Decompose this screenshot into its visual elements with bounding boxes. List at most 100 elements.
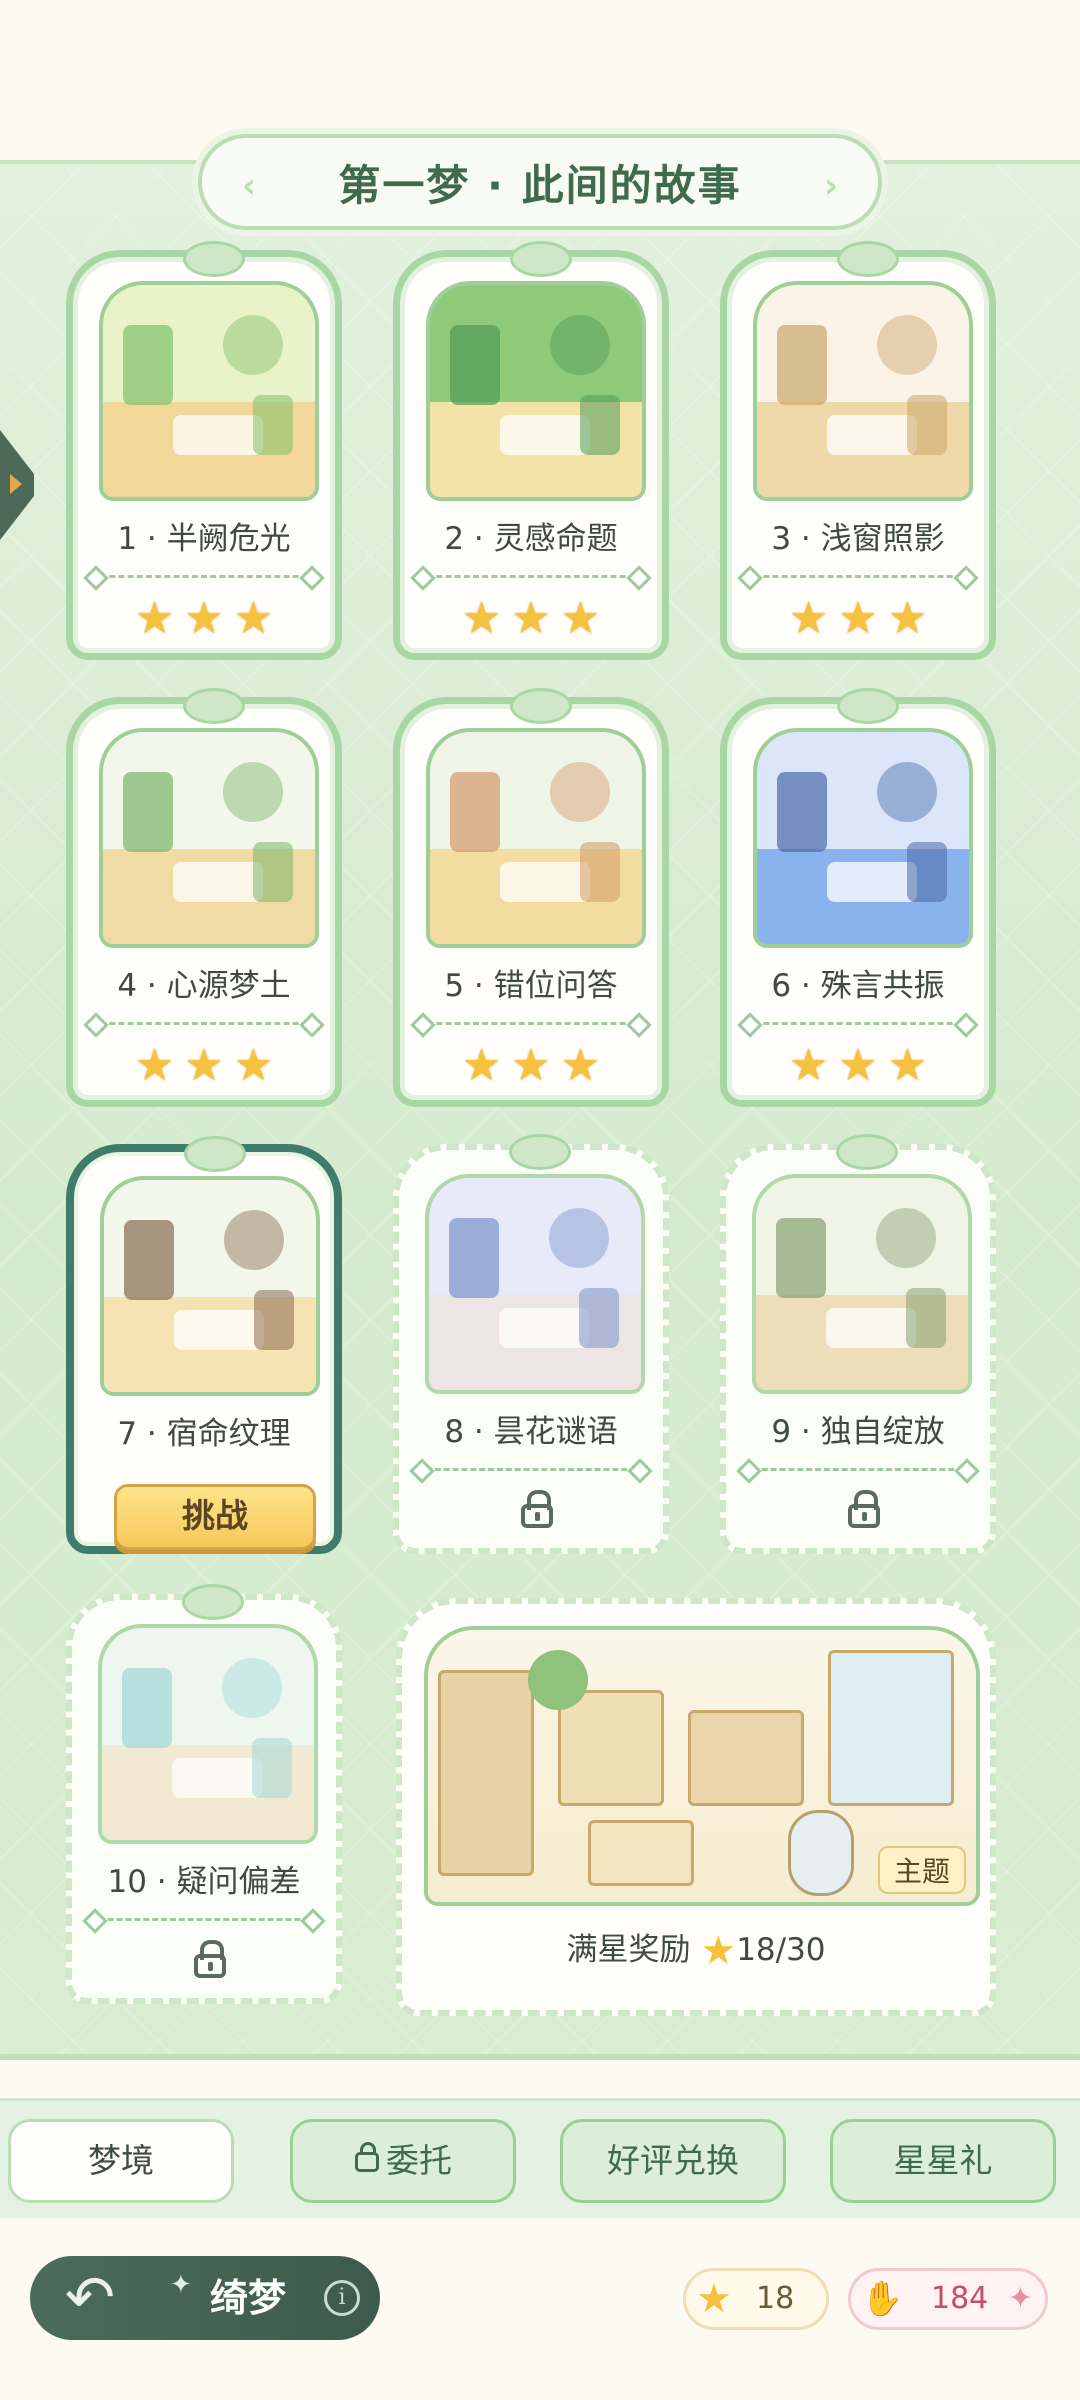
star-icon: ★ (184, 1040, 224, 1091)
lock-icon (354, 2142, 380, 2174)
star-icon: ★ (233, 593, 274, 644)
lock-icon (192, 1940, 228, 1978)
star-icon: ★ (560, 593, 601, 644)
divider (744, 1468, 972, 1471)
level-preview-image (753, 281, 973, 501)
reward-progress: 18/30 (736, 1932, 826, 1968)
level-preview-image (100, 1176, 320, 1396)
level-preview-image (99, 281, 319, 501)
full-star-reward[interactable]: 满星奖励 ★18/30 (402, 1924, 990, 1974)
level-name: 4 · 心源梦土 (117, 968, 291, 1004)
info-icon[interactable]: i (324, 2280, 360, 2316)
card-knot-ornament (837, 241, 899, 277)
tab-commission[interactable]: 委托 (290, 2119, 516, 2203)
level-name: 1 · 半阙危光 (117, 521, 291, 557)
card-knot-ornament (183, 688, 245, 724)
star-icon: ★ (788, 593, 829, 644)
level-card[interactable]: 5 · 错位问答 ★ ★ ★ (393, 688, 669, 1107)
star-icon: ★ (788, 1040, 829, 1091)
thumbs-up-icon: ✋ (861, 2279, 904, 2319)
chevron-right-icon: › (823, 166, 838, 206)
divider (90, 1918, 318, 1921)
level-card[interactable]: 4 · 心源梦土 ★ ★ ★ (66, 688, 342, 1107)
card-knot-ornament (184, 1136, 246, 1172)
divider (91, 575, 317, 578)
divider (418, 1022, 644, 1025)
level-card[interactable]: 2 · 灵感命题 ★ ★ ★ (393, 241, 669, 660)
tab-label: 星星礼 (893, 2141, 993, 2180)
star-icon: ★ (233, 1040, 274, 1091)
star-icon: ★ (887, 593, 928, 644)
level-card[interactable]: 8 · 昙花谜语 (393, 1134, 669, 1554)
level-name: 3 · 浅窗照影 (771, 521, 945, 557)
level-name: 2 · 灵感命题 (444, 521, 618, 557)
star-icon: ★ (838, 593, 878, 644)
divider (91, 1022, 317, 1025)
tab-label: 委托 (386, 2141, 452, 2180)
tab-label: 好评兑换 (607, 2141, 739, 2180)
tab-dream[interactable]: 梦境 (8, 2119, 234, 2203)
level-name: 5 · 错位问答 (444, 968, 618, 1004)
like-counter[interactable]: ✋ 184 ✦ (848, 2268, 1048, 2330)
level-name: 9 · 独自绽放 (771, 1414, 945, 1450)
star-icon: ★ (134, 593, 175, 644)
divider (418, 575, 644, 578)
bottom-tab-bar: 梦境 委托 好评兑换 星星礼 (0, 2098, 1080, 2221)
level-preview-image (426, 281, 646, 501)
theme-preview-image[interactable]: 主题 (424, 1626, 980, 1906)
star-count: 18 (756, 2281, 795, 2316)
add-sparkle-icon[interactable]: ✦ (1008, 2271, 1033, 2327)
level-card[interactable]: 3 · 浅窗照影 ★ ★ ★ (720, 241, 996, 660)
star-icon: ★ (560, 1040, 601, 1091)
chapter-title-banner: ‹ 第一梦 · 此间的故事 › (198, 134, 882, 230)
mode-name: 绮梦 (210, 2276, 287, 2320)
star-rating: ★ ★ ★ (400, 1044, 662, 1088)
tab-review-exchange[interactable]: 好评兑换 (560, 2119, 786, 2203)
level-card[interactable]: 1 · 半阙危光 ★ ★ ★ (66, 241, 342, 660)
star-icon: ★ (887, 1040, 928, 1091)
star-icon: ★ (700, 1928, 737, 1974)
star-icon: ★ (838, 1040, 878, 1091)
card-knot-ornament (510, 241, 572, 277)
star-icon: ★ (461, 1040, 502, 1091)
divider (745, 1022, 971, 1025)
star-rating: ★ ★ ★ (400, 597, 662, 641)
level-card[interactable]: 7 · 宿命纹理挑战 (66, 1136, 342, 1554)
theme-card[interactable]: 主题 满星奖励 ★18/30 (396, 1598, 996, 2016)
level-card[interactable]: 9 · 独自绽放 (720, 1134, 996, 1554)
star-rating: ★ ★ ★ (73, 597, 335, 641)
card-knot-ornament (836, 1134, 898, 1170)
level-name: 8 · 昙花谜语 (444, 1414, 618, 1450)
reward-label: 满星奖励 (566, 1932, 691, 1968)
level-name: 6 · 殊言共振 (771, 968, 945, 1004)
star-icon: ★ (696, 2276, 732, 2322)
level-name: 10 · 疑问偏差 (107, 1864, 301, 1900)
tab-star-gift[interactable]: 星星礼 (830, 2119, 1056, 2203)
tab-label: 梦境 (88, 2141, 154, 2180)
star-rating: ★ ★ ★ (727, 1044, 989, 1088)
back-button[interactable]: ↶ ✦ 绮梦 i (30, 2256, 380, 2340)
sparkle-icon: ✦ (170, 2270, 192, 2300)
level-name: 7 · 宿命纹理 (117, 1416, 291, 1452)
challenge-button[interactable]: 挑战 (114, 1484, 316, 1550)
level-preview-image (98, 1624, 318, 1844)
lock-icon (846, 1490, 882, 1528)
card-knot-ornament (837, 688, 899, 724)
level-preview-image (425, 1174, 645, 1394)
star-icon: ★ (511, 593, 551, 644)
footer-bar: ↶ ✦ 绮梦 i ★ 18 ✋ 184 ✦ (0, 2218, 1080, 2400)
level-card[interactable]: 10 · 疑问偏差 (66, 1584, 342, 2004)
star-counter[interactable]: ★ 18 (683, 2268, 829, 2330)
chevron-left-icon: ‹ (242, 166, 257, 206)
card-knot-ornament (509, 1134, 571, 1170)
divider (417, 1468, 645, 1471)
level-card[interactable]: 6 · 殊言共振 ★ ★ ★ (720, 688, 996, 1107)
card-knot-ornament (183, 241, 245, 277)
star-rating: ★ ★ ★ (73, 1044, 335, 1088)
like-count: 184 (931, 2281, 989, 2316)
level-preview-image (752, 1174, 972, 1394)
level-preview-image (753, 728, 973, 948)
lock-icon (519, 1490, 555, 1528)
star-icon: ★ (184, 593, 224, 644)
star-icon: ★ (461, 593, 502, 644)
